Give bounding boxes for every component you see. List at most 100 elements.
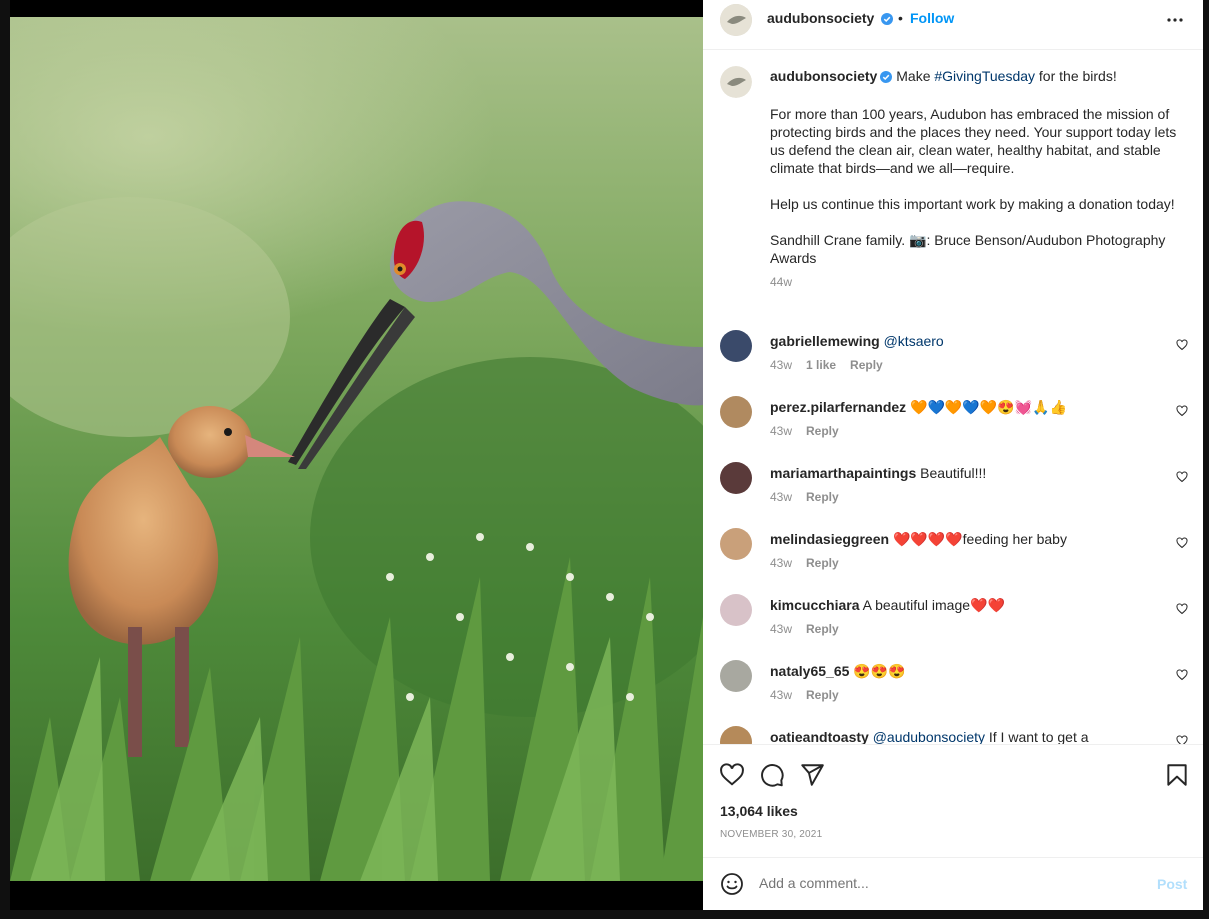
post-comment-button[interactable]: Post (1157, 876, 1187, 892)
caption-intro-rest: for the birds! (1035, 68, 1117, 84)
comment-time[interactable]: 43w (770, 556, 792, 570)
author-username[interactable]: audubonsociety (767, 10, 874, 26)
hashtag-link[interactable]: #GivingTuesday (934, 68, 1035, 84)
comment-username[interactable]: melindasieggreen (770, 531, 889, 547)
post-side-panel: audubonsociety • Follow audubonsociety M… (703, 0, 1203, 910)
reply-button[interactable]: Reply (850, 358, 883, 372)
add-comment-bar: Post (703, 857, 1203, 911)
comment-text: kimcucchiara A beautiful image❤️❤️ (770, 596, 1160, 614)
comment-meta: 43w Reply (770, 622, 839, 636)
commenter-avatar[interactable] (720, 726, 752, 744)
comment-body: 🧡💙🧡💙🧡😍💓🙏👍 (910, 399, 1067, 415)
heart-icon[interactable] (719, 762, 745, 788)
separator-dot: • (898, 10, 903, 26)
comment-username[interactable]: nataly65_65 (770, 663, 849, 679)
caption-intro: Make (896, 68, 935, 84)
post-photo-sandhill-crane[interactable] (10, 17, 703, 881)
post-caption: audubonsociety Make #GivingTuesday for t… (770, 67, 1180, 291)
commenter-avatar[interactable] (720, 660, 752, 692)
comment-body: Beautiful!!! (920, 465, 987, 481)
comment-username[interactable]: kimcucchiara (770, 597, 860, 613)
comment-username[interactable]: oatieandtoasty (770, 729, 869, 744)
commenter-avatar[interactable] (720, 462, 752, 494)
comment-text: perez.pilarfernandez 🧡💙🧡💙🧡😍💓🙏👍 (770, 398, 1160, 416)
paper-plane-icon[interactable] (799, 762, 825, 788)
emoji-icon[interactable] (720, 872, 744, 896)
comment-time[interactable]: 43w (770, 358, 792, 372)
follow-button[interactable]: Follow (910, 10, 954, 26)
comment-icon[interactable] (759, 762, 785, 788)
instagram-post-modal: audubonsociety • Follow audubonsociety M… (0, 0, 1209, 919)
bird-logo-icon (720, 4, 752, 36)
like-comment-heart-icon[interactable] (1176, 536, 1188, 549)
caption-author-avatar[interactable] (720, 66, 752, 98)
comment-body: If I want to get a (985, 729, 1089, 744)
more-options-icon[interactable] (1165, 10, 1185, 30)
likes-count[interactable]: 13,064 likes (720, 803, 798, 819)
comment-item: melindasieggreen ❤️❤️❤️❤️feeding her bab… (703, 522, 1203, 582)
comments-scroll-area[interactable]: audubonsociety Make #GivingTuesday for t… (703, 50, 1203, 744)
reply-button[interactable]: Reply (806, 688, 839, 702)
post-header: audubonsociety • Follow (703, 0, 1203, 50)
caption-paragraph-3: Sandhill Crane family. 📷: Bruce Benson/A… (770, 232, 1166, 266)
comment-text: nataly65_65 😍😍😍 (770, 662, 1160, 680)
post-date[interactable]: NOVEMBER 30, 2021 (720, 829, 822, 840)
comment-meta: 43w Reply (770, 424, 839, 438)
like-comment-heart-icon[interactable] (1176, 602, 1188, 615)
comment-meta: 43w 1 like Reply (770, 358, 883, 372)
comment-item: kimcucchiara A beautiful image❤️❤️ 43w Re… (703, 588, 1203, 648)
comment-text: oatieandtoasty @audubonsociety If I want… (770, 728, 1160, 744)
comment-body: ❤️❤️❤️❤️feeding her baby (892, 531, 1067, 547)
verified-badge-icon (880, 69, 893, 87)
author-username-row: audubonsociety (767, 10, 894, 28)
comment-time[interactable]: 43w (770, 490, 792, 504)
caption-username[interactable]: audubonsociety (770, 68, 877, 84)
reply-button[interactable]: Reply (806, 490, 839, 504)
like-comment-heart-icon[interactable] (1176, 338, 1188, 351)
comment-meta: 43w Reply (770, 688, 839, 702)
comment-body: 😍😍😍 (853, 663, 906, 679)
bookmark-icon[interactable] (1164, 762, 1190, 788)
comment-item: mariamarthapaintings Beautiful!!! 43w Rep… (703, 456, 1203, 516)
comment-body: A beautiful image❤️❤️ (862, 597, 1005, 613)
comment-username[interactable]: perez.pilarfernandez (770, 399, 906, 415)
comment-mention[interactable]: @audubonsociety (873, 729, 985, 744)
comment-text: mariamarthapaintings Beautiful!!! (770, 464, 1160, 482)
like-comment-heart-icon[interactable] (1176, 668, 1188, 681)
comment-likes[interactable]: 1 like (806, 358, 836, 372)
comment-text: melindasieggreen ❤️❤️❤️❤️feeding her bab… (770, 530, 1160, 548)
author-avatar[interactable] (720, 4, 752, 36)
verified-badge-icon (881, 12, 894, 28)
caption-paragraph-2: Help us continue this important work by … (770, 196, 1175, 212)
comment-time[interactable]: 43w (770, 622, 792, 636)
crane-photo-illustration (10, 17, 703, 881)
comment-username[interactable]: gabriellemewing (770, 333, 880, 349)
post-actions: 13,064 likes NOVEMBER 30, 2021 (703, 744, 1203, 858)
post-image-frame (10, 0, 703, 910)
comment-meta: 43w Reply (770, 490, 839, 504)
comment-time[interactable]: 43w (770, 424, 792, 438)
reply-button[interactable]: Reply (806, 424, 839, 438)
caption-time[interactable]: 44w (770, 273, 1180, 291)
comment-item: nataly65_65 😍😍😍 43w Reply (703, 654, 1203, 714)
comment-item: perez.pilarfernandez 🧡💙🧡💙🧡😍💓🙏👍 43w Reply (703, 390, 1203, 450)
caption-paragraph-1: For more than 100 years, Audubon has emb… (770, 106, 1177, 176)
comment-username[interactable]: mariamarthapaintings (770, 465, 916, 481)
reply-button[interactable]: Reply (806, 556, 839, 570)
commenter-avatar[interactable] (720, 528, 752, 560)
like-comment-heart-icon[interactable] (1176, 470, 1188, 483)
like-comment-heart-icon[interactable] (1176, 404, 1188, 417)
comment-text: gabriellemewing @ktsaero (770, 332, 1160, 350)
commenter-avatar[interactable] (720, 330, 752, 362)
comment-item: oatieandtoasty @audubonsociety If I want… (703, 720, 1203, 744)
commenter-avatar[interactable] (720, 594, 752, 626)
like-comment-heart-icon[interactable] (1176, 734, 1188, 744)
commenter-avatar[interactable] (720, 396, 752, 428)
add-comment-input[interactable] (759, 875, 1119, 891)
bird-logo-icon (720, 66, 752, 98)
comment-mention[interactable]: @ktsaero (884, 333, 944, 349)
comment-item: gabriellemewing @ktsaero 43w 1 like Reply (703, 324, 1203, 384)
reply-button[interactable]: Reply (806, 622, 839, 636)
comment-meta: 43w Reply (770, 556, 839, 570)
comment-time[interactable]: 43w (770, 688, 792, 702)
